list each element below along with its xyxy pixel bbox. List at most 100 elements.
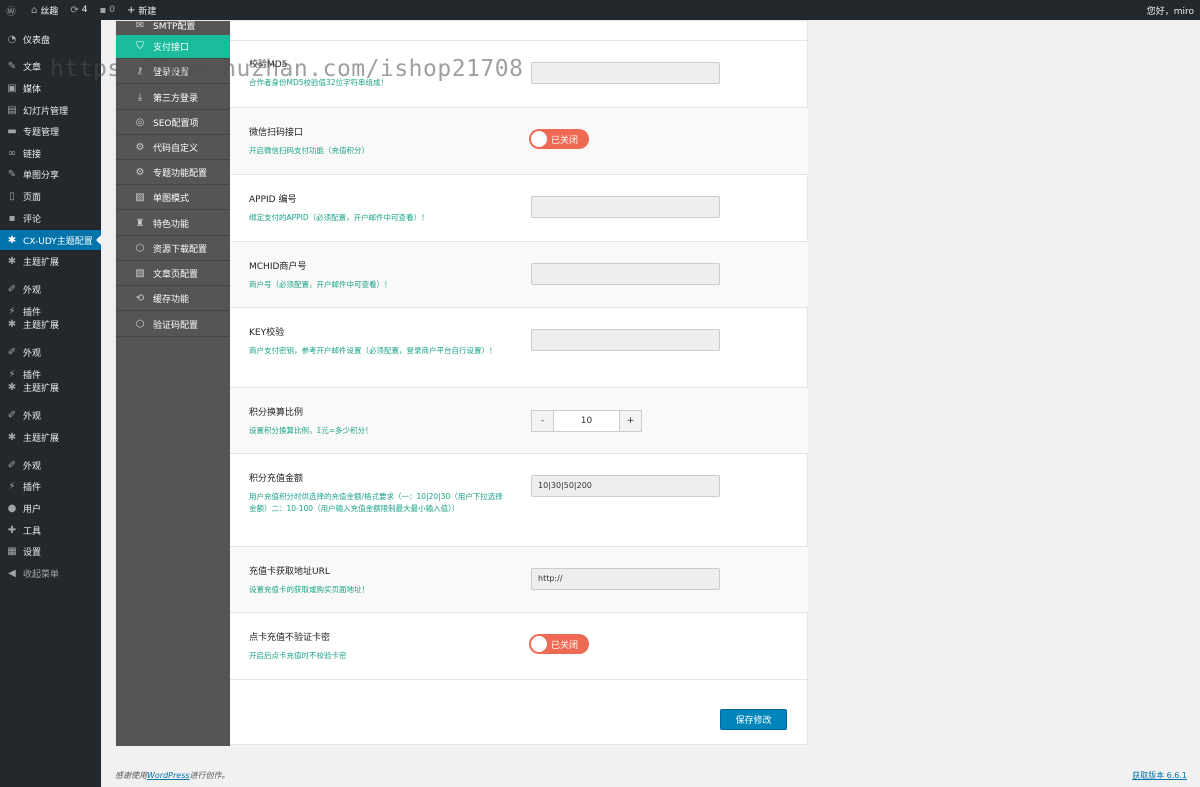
site-name: 丝趣 (40, 6, 59, 17)
cache-icon: ⟲ (135, 293, 145, 304)
setting-title: 点卡充值不验证卡密 (249, 633, 331, 643)
menu-label: 主题扩展 (23, 433, 60, 444)
mchid-field[interactable] (531, 263, 720, 285)
setting-desc: 商户号（必须配置，开户邮件中可查看）！ (249, 280, 392, 289)
menu-item-theme-extension[interactable]: ✱ 主题扩展 (0, 251, 101, 271)
subnav-label: 支付接口 (153, 43, 190, 53)
subnav-label: 文章页配置 (153, 270, 199, 280)
setting-title: MCHID商户号 (249, 262, 307, 272)
gear-icon: ✱ (7, 431, 17, 443)
menu-item-posts[interactable]: ✎ 文章 (0, 56, 101, 76)
menu-item-appearance[interactable]: ✐ 外观 (0, 405, 101, 425)
setting-desc: 合作者身份MD5校验值32位字符串组成！ (249, 78, 389, 87)
site-name-link[interactable]: ⌂ 丝趣 (25, 0, 64, 20)
wechat-scan-toggle[interactable]: 已关闭 (529, 129, 589, 149)
setting-desc: 开启微信扫码支付功能（充值积分） (249, 146, 369, 155)
menu-item-appearance[interactable]: ✐ 外观 (0, 455, 101, 475)
captcha-icon: ⬡ (135, 319, 145, 330)
key-icon: ⚷ (136, 66, 144, 77)
subnav-code[interactable]: ⚙ 代码自定义 (116, 136, 230, 160)
card-url-field[interactable]: http:// (531, 568, 720, 590)
setting-desc: 开启后点卡充值时不校验卡密 (249, 651, 347, 660)
subnav-payment[interactable]: ⛉ 支付接口 (116, 35, 230, 59)
brush-icon: ✐ (7, 283, 17, 295)
menu-item-pages[interactable]: ▯ 页面 (0, 186, 101, 206)
subnav-captcha[interactable]: ⬡ 验证码配置 (116, 313, 230, 337)
card-verify-toggle[interactable]: 已关闭 (529, 634, 589, 654)
menu-item-dashboard[interactable]: ◔ 仪表盘 (0, 29, 101, 49)
pin-icon: ✎ (7, 60, 17, 72)
menu-item-theme-extension[interactable]: ✱ 主题扩展 (0, 427, 101, 447)
increment-button[interactable]: + (619, 411, 641, 431)
amounts-field[interactable]: 10|30|50|200 (531, 475, 720, 497)
appid-field[interactable] (531, 196, 720, 218)
image-icon: ▨ (135, 192, 145, 203)
gear-icon: ✱ (7, 381, 17, 393)
subnav-special[interactable]: ♜ 特色功能 (116, 212, 230, 236)
menu-item-image-share[interactable]: ✎ 单图分享 (0, 164, 101, 184)
subnav-label: 验证码配置 (153, 321, 199, 331)
ratio-value[interactable]: 10 (554, 411, 619, 431)
subnav-resource-download[interactable]: ⬡ 资源下载配置 (116, 237, 230, 261)
menu-label: 文章 (23, 62, 42, 73)
setting-title: 微信扫码接口 (249, 128, 304, 138)
menu-item-media[interactable]: ▣ 媒体 (0, 78, 101, 98)
subnav-third-party-login[interactable]: ⤓ 第三方登录 (116, 86, 230, 110)
menu-label: 收起菜单 (23, 569, 60, 580)
setting-title: 积分换算比例 (249, 408, 304, 418)
link-icon: ∞ (7, 147, 17, 159)
mail-icon: ✉ (135, 20, 145, 31)
pin-icon: ✎ (7, 168, 17, 180)
md5-field[interactable] (531, 62, 720, 84)
subnav-topic-feature[interactable]: ⚙ 专题功能配置 (116, 161, 230, 185)
menu-item-comments[interactable]: ▪ 评论 (0, 208, 101, 228)
decrement-button[interactable]: - (532, 411, 554, 431)
menu-item-collapse[interactable]: ◀ 收起菜单 (0, 563, 101, 583)
comment-icon: ▪ (8, 212, 16, 224)
setting-card-url: 充值卡获取地址URL 设置充值卡的获取或购买页面地址！ http:// (230, 547, 808, 613)
menu-label: CX-UDY主题配置 (23, 236, 93, 247)
wordpress-logo[interactable]: Ⓦ (0, 0, 25, 20)
subnav-label: 专题功能配置 (153, 169, 208, 179)
setting-title: APPID 编号 (249, 195, 297, 205)
updates-link[interactable]: ⟳ 4 (64, 0, 93, 20)
menu-item-links[interactable]: ∞ 链接 (0, 143, 101, 163)
code-icon: ⚙ (135, 142, 145, 153)
menu-item-users[interactable]: ● 用户 (0, 498, 101, 518)
footer-suffix: 进行创作。 (189, 771, 230, 780)
toggle-label: 已关闭 (551, 640, 579, 651)
menu-label: 链接 (23, 149, 42, 160)
menu-item-topics[interactable]: ▬ 专题管理 (0, 121, 101, 141)
menu-label: 单图分享 (23, 170, 60, 181)
menu-item-tools[interactable]: ✚ 工具 (0, 520, 101, 540)
subnav-login[interactable]: ⚷ 登录设置 (116, 60, 230, 84)
menu-item-appearance[interactable]: ✐ 外观 (0, 342, 101, 362)
menu-item-appearance[interactable]: ✐ 外观 (0, 279, 101, 299)
setting-title: KEY校验 (249, 328, 285, 338)
wordpress-link[interactable]: WordPress (147, 771, 190, 780)
menu-item-settings[interactable]: ▦ 设置 (0, 541, 101, 561)
tools-icon: ✚ (7, 524, 17, 536)
menu-label: 主题扩展 (23, 383, 60, 394)
version-link[interactable]: 获取版本 6.6.1 (1132, 770, 1187, 781)
setting-desc: 商户支付密钥，参考开户邮件设置（必须配置，登录商户平台自行设置）！ (249, 346, 497, 355)
subnav-label: 单图模式 (153, 194, 190, 204)
menu-item-theme-extension[interactable]: ✱ 主题扩展 (0, 377, 101, 397)
menu-item-slides[interactable]: ▤ 幻灯片管理 (0, 100, 101, 120)
subnav-single-image[interactable]: ▨ 单图模式 (116, 186, 230, 210)
key-field[interactable] (531, 329, 720, 351)
menu-label: 外观 (23, 461, 42, 472)
comments-count: 0 (109, 5, 116, 15)
menu-item-theme-extension[interactable]: ✱ 主题扩展 (0, 314, 101, 334)
subnav-cache[interactable]: ⟲ 缓存功能 (116, 287, 230, 311)
media-icon: ▣ (7, 82, 17, 94)
subnav-article-page[interactable]: ▧ 文章页配置 (116, 262, 230, 286)
seo-icon: ◎ (135, 117, 145, 128)
menu-item-plugins[interactable]: ⚡ 插件 (0, 476, 101, 496)
account-link[interactable]: 您好，miro (1141, 0, 1200, 20)
save-button[interactable]: 保存修改 (720, 709, 787, 730)
setting-desc: 设置积分换算比例，1元=多少积分！ (249, 426, 373, 435)
menu-item-cx-udy-config[interactable]: ✱ CX-UDY主题配置 (0, 230, 101, 250)
subnav-seo[interactable]: ◎ SEO配置项 (116, 111, 230, 135)
setting-wechat-scan: 微信扫码接口 开启微信扫码支付功能（充值积分） 已关闭 (230, 108, 808, 175)
